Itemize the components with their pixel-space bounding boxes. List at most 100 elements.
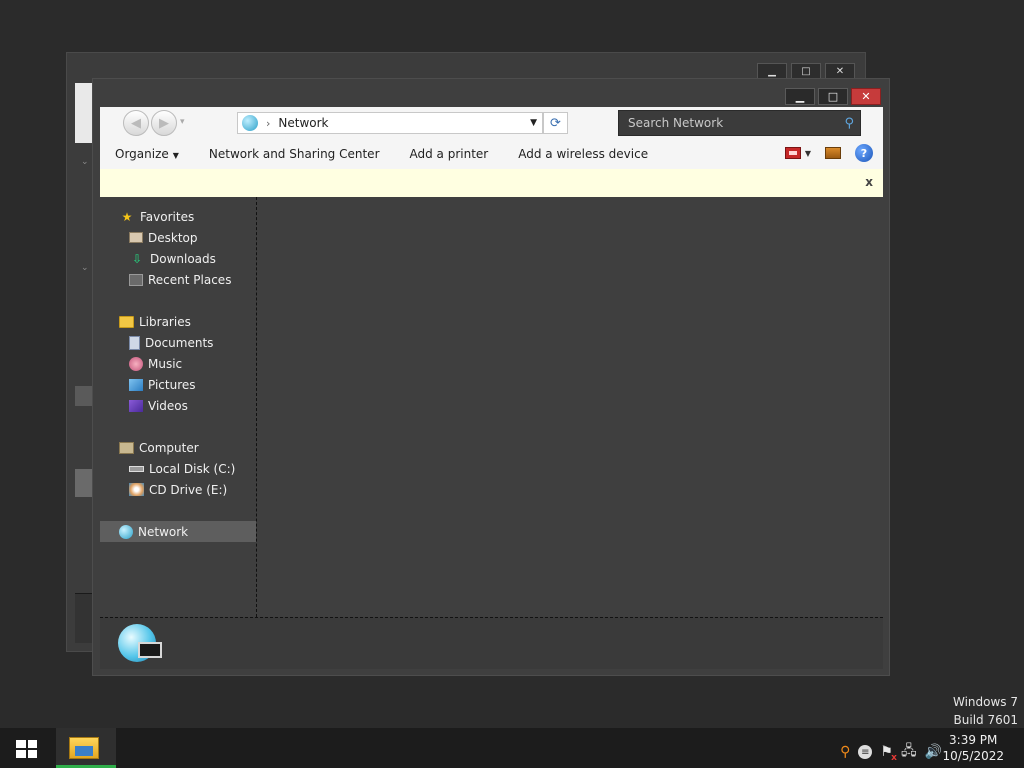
- os-name: Windows 7: [952, 695, 1018, 709]
- windows-logo-icon: [16, 740, 26, 748]
- clock[interactable]: 3:39 PM 10/5/2022: [942, 732, 1004, 764]
- info-bar[interactable]: x: [100, 169, 883, 197]
- cd-drive-icon: [129, 483, 144, 496]
- forward-button[interactable]: ▶: [151, 110, 177, 136]
- background-minimize-button[interactable]: ▁: [757, 63, 787, 79]
- sidebar-item-label: Desktop: [148, 230, 198, 245]
- sidebar-item-videos[interactable]: Videos: [129, 395, 188, 416]
- documents-icon: [129, 335, 140, 350]
- search-input[interactable]: [628, 116, 828, 130]
- sidebar-item-label: Libraries: [139, 314, 191, 329]
- organize-label: Organize: [115, 147, 169, 161]
- message-icon[interactable]: ≡: [858, 745, 873, 759]
- maximize-button[interactable]: □: [818, 88, 848, 105]
- desktop-icon: [129, 232, 143, 243]
- clock-time: 3:39 PM: [949, 733, 998, 747]
- os-build: Build 7601: [953, 713, 1018, 727]
- sidebar-item-recent-places[interactable]: Recent Places: [129, 269, 231, 290]
- computer-icon: [119, 441, 134, 454]
- hard-disk-icon: [129, 465, 144, 472]
- search-icon[interactable]: ⚲: [840, 744, 850, 760]
- background-maximize-button[interactable]: □: [791, 63, 821, 79]
- sidebar-item-favorites[interactable]: ★ Favorites: [119, 206, 195, 227]
- minimize-button[interactable]: ▁: [785, 88, 815, 105]
- sidebar-item-network[interactable]: Network: [100, 521, 256, 542]
- pictures-icon: [129, 378, 143, 391]
- sidebar-item-label: Music: [148, 356, 183, 371]
- recent-pages-dropdown[interactable]: ▾: [180, 117, 185, 127]
- network-tray-icon[interactable]: 🖧: [901, 740, 917, 764]
- preview-pane-icon[interactable]: [825, 147, 841, 159]
- sidebar-item-local-disk[interactable]: Local Disk (C:): [129, 458, 235, 479]
- address-toolbar: ◀ ▶ ▾ › Network ▼ ⟳ ⚲: [100, 107, 883, 139]
- sidebar-item-downloads[interactable]: ⇩ Downloads: [129, 248, 216, 269]
- start-button[interactable]: [16, 740, 37, 758]
- sidebar-item-label: Downloads: [150, 251, 216, 266]
- background-window-block: [75, 386, 93, 406]
- sidebar-item-label: Computer: [139, 440, 199, 455]
- sidebar-item-desktop[interactable]: Desktop: [129, 227, 198, 248]
- network-sharing-center-button[interactable]: Network and Sharing Center: [194, 147, 395, 161]
- sidebar-item-libraries[interactable]: Libraries: [119, 311, 191, 332]
- clock-date: 10/5/2022: [942, 749, 1004, 763]
- sidebar-item-computer[interactable]: Computer: [119, 437, 199, 458]
- command-bar: Organize ▼ Network and Sharing Center Add…: [100, 139, 883, 169]
- recent-places-icon: [129, 273, 143, 286]
- file-list-area[interactable]: [257, 197, 883, 617]
- background-window-strip: [75, 83, 93, 143]
- sidebar-item-documents[interactable]: Documents: [129, 332, 213, 353]
- background-window-footer: [75, 593, 93, 643]
- search-icon[interactable]: ⚲: [844, 116, 854, 131]
- sidebar-item-label: CD Drive (E:): [149, 482, 228, 497]
- address-dropdown-icon[interactable]: ▼: [530, 118, 537, 128]
- command-bar-right: ▼ ?: [784, 144, 873, 162]
- sidebar-item-cd-drive[interactable]: CD Drive (E:): [129, 479, 227, 500]
- chevron-down-icon[interactable]: ⌄: [81, 263, 89, 273]
- navigation-pane: ★ Favorites Desktop ⇩ Downloads Recent P…: [100, 197, 257, 617]
- network-explorer-window[interactable]: ▁ □ ✕ ◀ ▶ ▾ › Network ▼ ⟳ ⚲ Organize▼ Ne…: [92, 78, 890, 676]
- sidebar-item-pictures[interactable]: Pictures: [129, 374, 196, 395]
- libraries-folder-icon: [119, 315, 134, 328]
- organize-arrow-icon: ▼: [172, 151, 179, 160]
- search-box[interactable]: ⚲: [618, 110, 861, 136]
- breadcrumb-network[interactable]: Network: [278, 116, 328, 130]
- organize-button[interactable]: Organize ▼: [100, 147, 194, 161]
- network-globe-icon: [242, 115, 258, 131]
- sidebar-item-label: Documents: [145, 335, 214, 350]
- change-view-icon[interactable]: [784, 147, 801, 159]
- info-bar-close-icon[interactable]: x: [865, 175, 873, 189]
- videos-icon: [129, 399, 143, 412]
- add-printer-button[interactable]: Add a printer: [395, 147, 504, 161]
- taskbar-explorer-button[interactable]: [56, 728, 116, 768]
- help-icon[interactable]: ?: [855, 144, 873, 162]
- background-close-button[interactable]: ✕: [825, 63, 855, 79]
- file-explorer-icon: [69, 737, 99, 759]
- window-caption-buttons: ▁ □ ✕: [785, 88, 881, 105]
- download-icon: ⇩: [131, 251, 143, 266]
- music-icon: [129, 356, 143, 371]
- view-options-arrow-icon[interactable]: ▼: [805, 149, 811, 158]
- sidebar-item-label: Recent Places: [148, 272, 232, 287]
- background-window-block: [75, 469, 93, 497]
- taskbar: ⚲ ≡ ⚑ 🖧 🔊 3:39 PM 10/5/2022: [0, 728, 1024, 768]
- sidebar-item-label: Videos: [148, 398, 188, 413]
- network-icon: [119, 524, 133, 539]
- address-bar[interactable]: › Network ▼: [237, 112, 543, 134]
- sidebar-item-label: Pictures: [148, 377, 196, 392]
- action-center-flag-icon[interactable]: ⚑: [880, 744, 896, 763]
- close-button[interactable]: ✕: [851, 88, 881, 105]
- refresh-button[interactable]: ⟳: [543, 112, 568, 134]
- volume-icon[interactable]: 🔊: [925, 744, 942, 760]
- windows-version-watermark: Windows 7 Build 7601: [953, 693, 1018, 729]
- sidebar-item-label: Network: [138, 524, 189, 539]
- chevron-down-icon[interactable]: ⌄: [81, 157, 89, 167]
- back-button[interactable]: ◀: [123, 110, 149, 136]
- breadcrumb-separator[interactable]: ›: [266, 117, 270, 130]
- star-icon: ★: [121, 209, 133, 224]
- background-window-caption-buttons: ▁ □ ✕: [757, 63, 855, 79]
- add-wireless-device-button[interactable]: Add a wireless device: [503, 147, 663, 161]
- monitor-icon: [138, 642, 162, 658]
- system-tray: ⚲ ≡ ⚑ 🖧 🔊: [840, 740, 942, 764]
- sidebar-item-music[interactable]: Music: [129, 353, 182, 374]
- sidebar-item-label: Favorites: [140, 209, 195, 224]
